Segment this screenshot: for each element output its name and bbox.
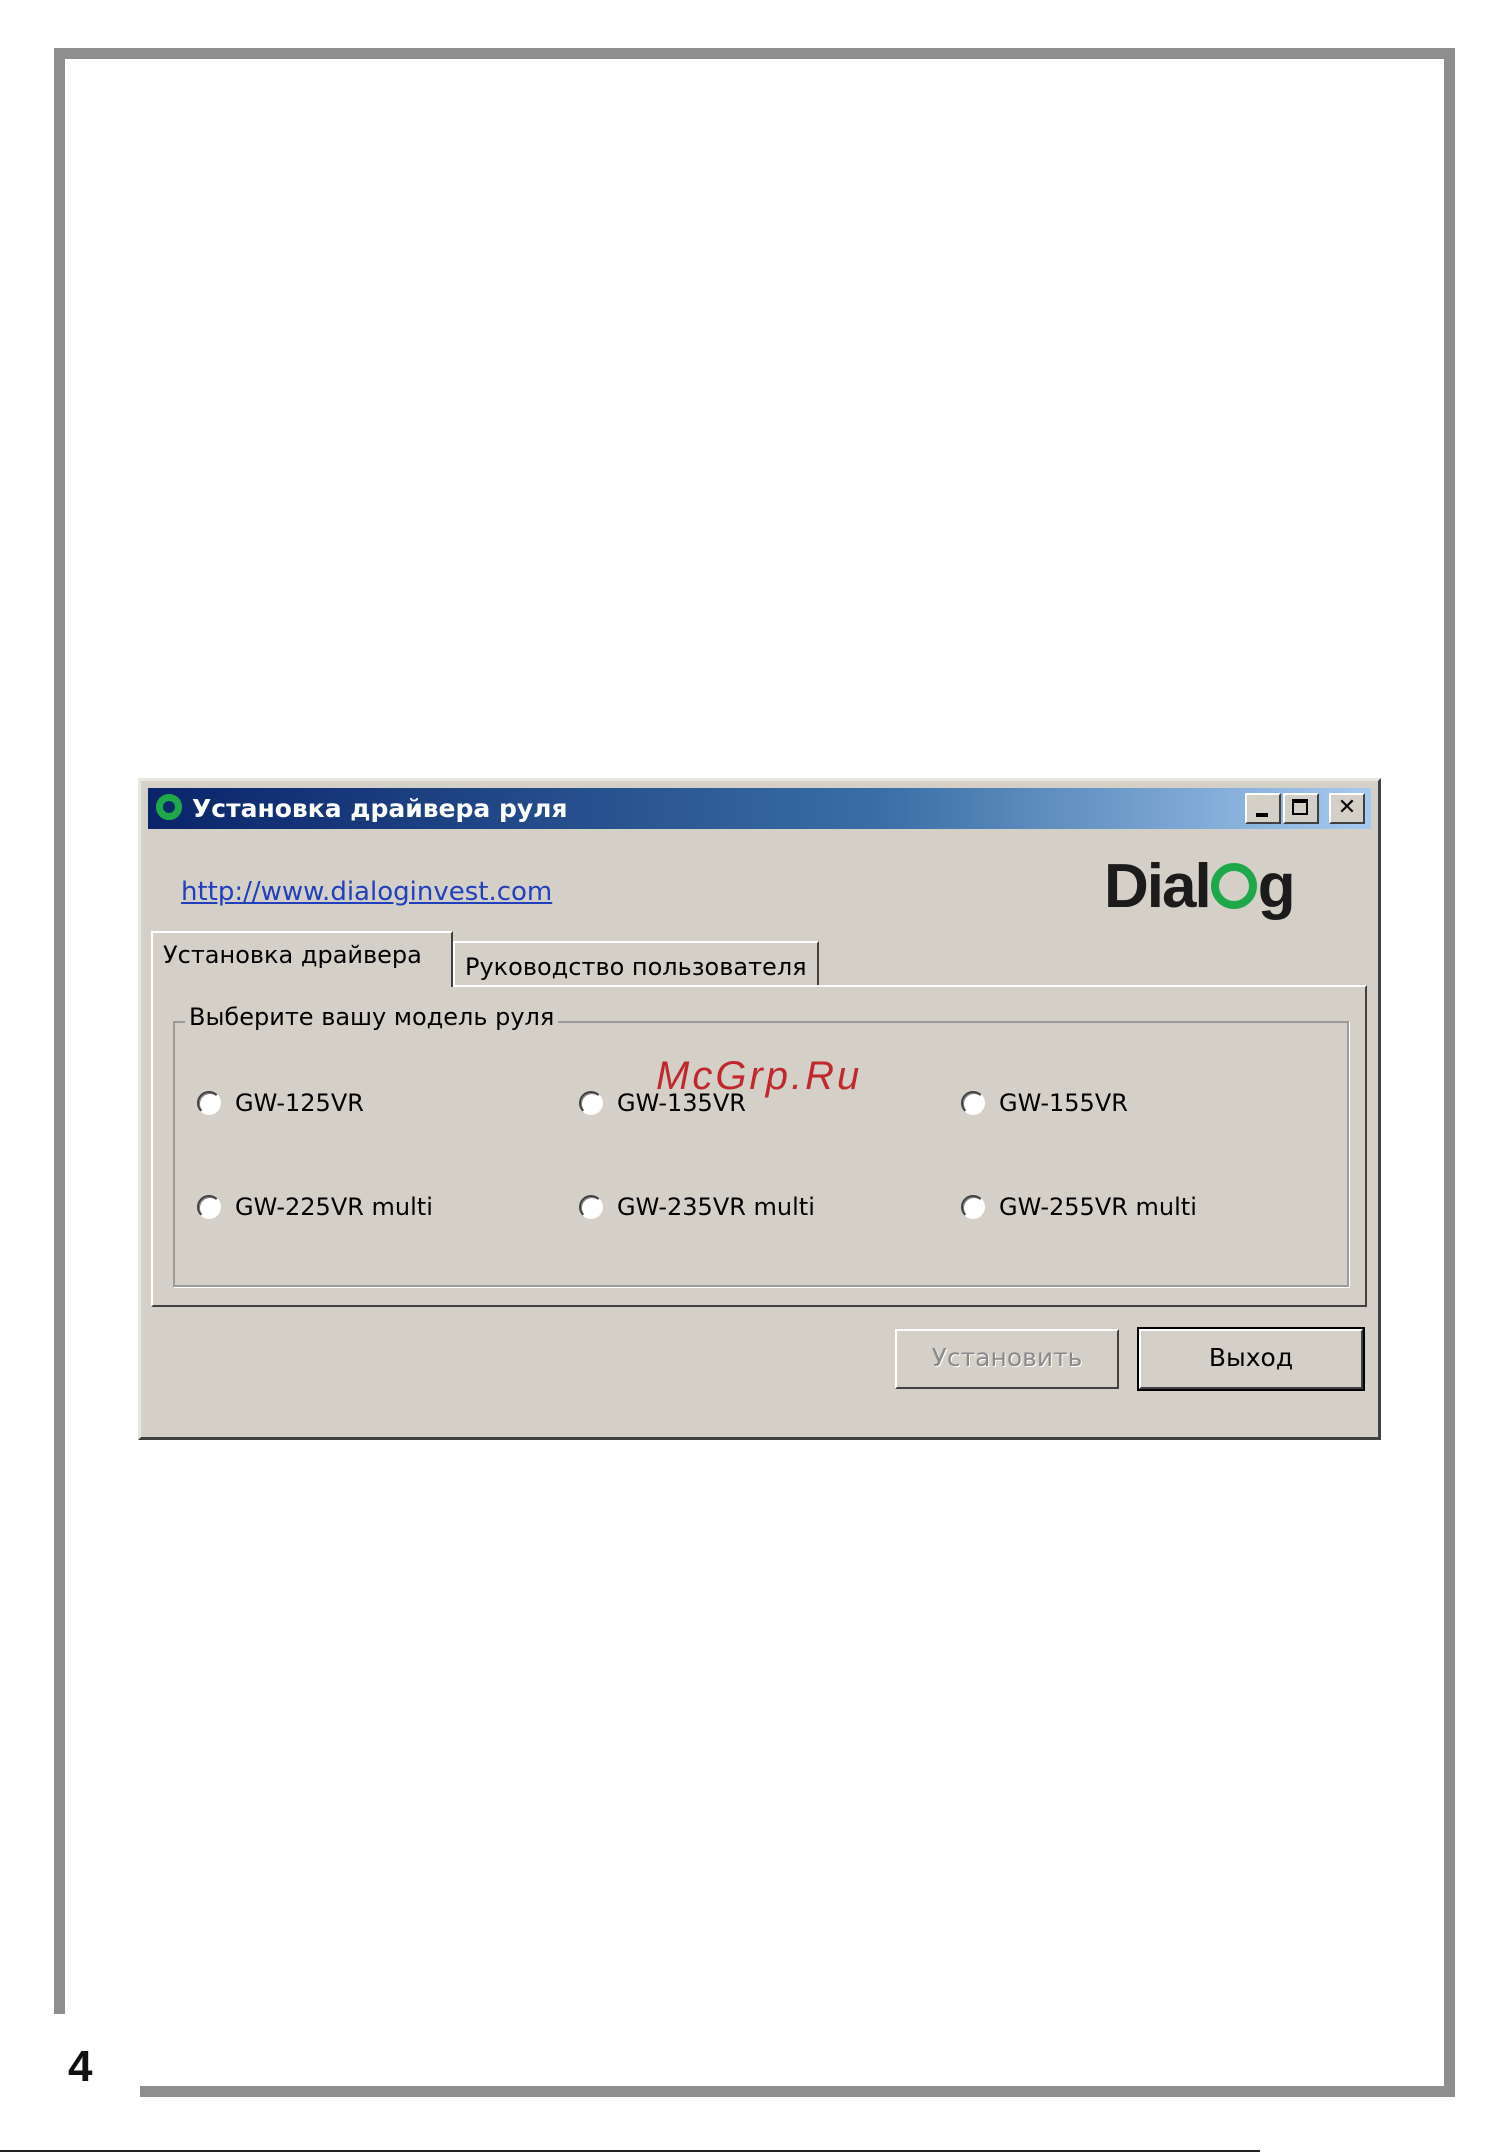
- website-link[interactable]: http://www.dialoginvest.com: [181, 877, 552, 907]
- page-border-left: [54, 48, 65, 2014]
- tab-user-guide[interactable]: Руководство пользователя: [453, 941, 819, 985]
- logo-ring-icon: [1210, 863, 1257, 909]
- page-border-right: [1444, 48, 1455, 2097]
- tab-driver-install[interactable]: Установка драйвера: [151, 931, 453, 987]
- radio-label: GW-235VR multi: [617, 1193, 815, 1221]
- bottom-rule: [0, 2150, 1260, 2152]
- page-number: 4: [68, 2042, 93, 2091]
- radio-button-icon[interactable]: [579, 1195, 603, 1219]
- radio-gw-225vr-multi[interactable]: GW-225VR multi: [197, 1193, 433, 1221]
- radio-gw-155vr[interactable]: GW-155VR: [961, 1089, 1128, 1117]
- page-border-bottom: [140, 2086, 1455, 2097]
- minimize-icon: [1256, 813, 1268, 817]
- close-icon: ✕: [1337, 795, 1357, 820]
- radio-label: GW-155VR: [999, 1089, 1128, 1117]
- tab-panel: Выберите вашу модель руля GW-125VR GW-13…: [151, 985, 1367, 1307]
- maximize-icon: [1292, 799, 1308, 815]
- radio-label: GW-255VR multi: [999, 1193, 1197, 1221]
- install-button[interactable]: Установить: [895, 1329, 1119, 1389]
- maximize-button[interactable]: [1283, 793, 1319, 824]
- radio-button-icon[interactable]: [197, 1195, 221, 1219]
- watermark: McGrp.Ru: [656, 1054, 863, 1098]
- groupbox-label: Выберите вашу модель руля: [185, 1003, 559, 1031]
- dialog-app-icon: [156, 794, 182, 820]
- radio-label: GW-225VR multi: [235, 1193, 433, 1221]
- radio-gw-255vr-multi[interactable]: GW-255VR multi: [961, 1193, 1197, 1221]
- installer-window: Установка драйвера руля ✕ http://www.dia…: [138, 778, 1381, 1440]
- radio-gw-235vr-multi[interactable]: GW-235VR multi: [579, 1193, 815, 1221]
- exit-button[interactable]: Выход: [1139, 1329, 1363, 1389]
- radio-button-icon[interactable]: [961, 1091, 985, 1115]
- title-bar[interactable]: Установка драйвера руля ✕: [148, 788, 1371, 829]
- radio-button-icon[interactable]: [579, 1091, 603, 1115]
- window-title: Установка драйвера руля: [192, 794, 568, 823]
- radio-button-icon[interactable]: [197, 1091, 221, 1115]
- radio-label: GW-125VR: [235, 1089, 364, 1117]
- page-border-top: [54, 48, 1455, 59]
- radio-gw-125vr[interactable]: GW-125VR: [197, 1089, 364, 1117]
- minimize-button[interactable]: [1245, 793, 1281, 824]
- radio-button-icon[interactable]: [961, 1195, 985, 1219]
- dialog-logo: Dial g: [1104, 852, 1296, 921]
- close-button[interactable]: ✕: [1329, 793, 1365, 824]
